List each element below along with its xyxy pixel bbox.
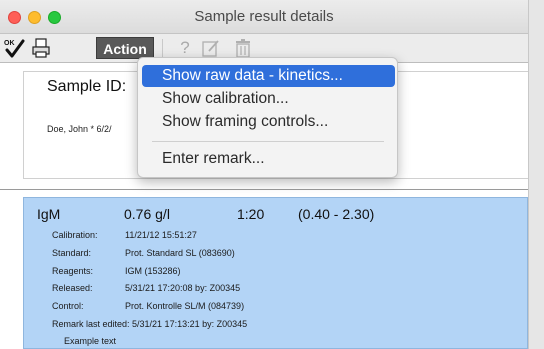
action-dropdown-menu: Show raw data - kinetics... Show calibra… (137, 57, 398, 178)
detail-value: 11/21/12 15:51:27 (125, 230, 197, 240)
detail-value: Prot. Kontrolle SL/M (084739) (125, 301, 245, 311)
detail-value: 5/31/21 17:20:08 by: Z00345 (125, 283, 241, 293)
toolbar-separator (162, 39, 163, 57)
menu-item-show-framing-controls[interactable]: Show framing controls... (142, 111, 395, 133)
title-bar: Sample result details (0, 0, 528, 34)
svg-text:OK: OK (4, 40, 15, 47)
analyte-name: IgM (37, 206, 61, 222)
detail-key: Released: (52, 283, 93, 293)
result-value: 0.76 g/l (124, 206, 170, 222)
detail-key: Calibration: (52, 230, 98, 240)
menu-item-show-raw-data-kinetics[interactable]: Show raw data - kinetics... (142, 65, 395, 87)
reference-range: (0.40 - 2.30) (298, 206, 375, 222)
remark-edited-line: Remark last edited: 5/31/21 17:13:21 by:… (52, 319, 248, 329)
patient-info: Doe, John * 6/2/ (47, 124, 112, 134)
checkmark-ok-icon[interactable]: OK (3, 38, 25, 58)
menu-item-enter-remark[interactable]: Enter remark... (142, 148, 395, 170)
panel-divider (0, 189, 528, 190)
help-icon[interactable]: ? (174, 38, 196, 58)
window-title: Sample result details (194, 8, 334, 25)
menu-item-show-calibration[interactable]: Show calibration... (142, 88, 395, 110)
trash-icon[interactable] (232, 38, 254, 58)
edit-icon[interactable] (200, 38, 222, 58)
sample-result-window: Sample result details OK Action ? Sample… (0, 0, 528, 349)
result-dilution: 1:20 (237, 206, 265, 222)
sample-id-label: Sample ID: (47, 78, 127, 95)
action-menu-button[interactable]: Action (96, 37, 154, 59)
detail-value: IGM (153286) (125, 266, 181, 276)
detail-key: Standard: (52, 248, 92, 258)
remark-text: Example text (64, 336, 117, 346)
detail-key: Control: (52, 301, 84, 311)
print-icon[interactable] (30, 38, 52, 58)
menu-separator (152, 141, 384, 142)
detail-value: Prot. Standard SL (083690) (125, 248, 235, 258)
detail-key: Reagents: (52, 266, 94, 276)
